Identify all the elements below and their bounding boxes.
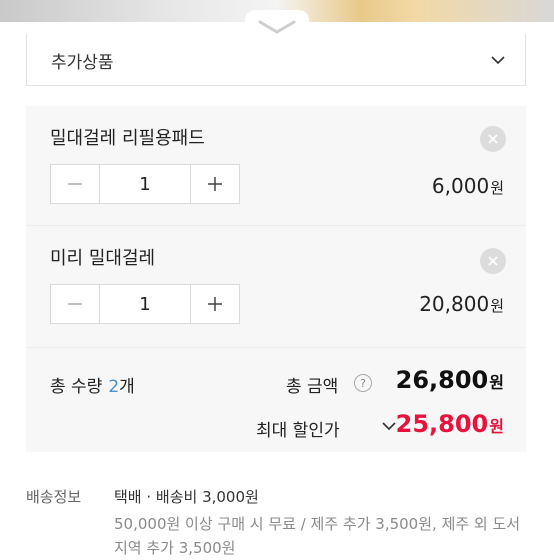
decrease-quantity-button[interactable] [51,285,100,323]
remove-option-button[interactable] [480,248,506,274]
option-name: 미리 밀대걸레 [50,248,156,269]
help-icon[interactable]: ? [354,374,372,392]
option-price: 6,000원 [431,174,504,198]
quantity-stepper: 1 [50,284,240,324]
quantity-value[interactable]: 1 [100,285,190,323]
option-price: 20,800원 [419,292,504,316]
close-icon [488,256,498,266]
option-name: 밀대걸레 리필용패드 [50,128,205,149]
max-discount-label[interactable]: 최대 할인가 [256,416,340,441]
increase-quantity-button[interactable] [190,285,239,323]
total-amount-label: 총 금액 [286,377,339,397]
order-summary: 총 수량 2개 총 금액 ? 26,800원 최대 할인가 25,800원 [26,348,526,452]
shipping-method: 택배 · 배송비 3,000원 [114,488,259,506]
chevron-down-icon [491,56,505,65]
close-icon [488,134,498,144]
decrease-quantity-button[interactable] [51,165,100,203]
shipping-info-label: 배송정보 [26,488,82,506]
minus-icon [68,303,82,305]
option-item: 밀대걸레 리필용패드 1 6,000원 [26,106,526,226]
plus-icon [208,297,222,311]
plus-icon [208,177,222,191]
additional-product-select[interactable]: 추가상품 [26,34,526,86]
select-label: 추가상품 [51,53,114,73]
total-amount: 26,800원 [395,366,504,394]
increase-quantity-button[interactable] [190,165,239,203]
total-quantity: 총 수량 2개 [50,377,135,397]
option-item: 미리 밀대걸레 1 20,800원 [26,226,526,348]
chevron-down-icon[interactable] [382,422,396,431]
quantity-value[interactable]: 1 [100,165,190,203]
max-discount-price: 25,800원 [395,410,504,438]
quantity-stepper: 1 [50,164,240,204]
minus-icon [68,183,82,185]
shipping-detail: 50,000원 이상 구매 시 무료 / 제주 추가 3,500원, 제주 외 … [114,515,521,557]
remove-option-button[interactable] [480,126,506,152]
chevron-down-icon[interactable] [258,20,296,34]
